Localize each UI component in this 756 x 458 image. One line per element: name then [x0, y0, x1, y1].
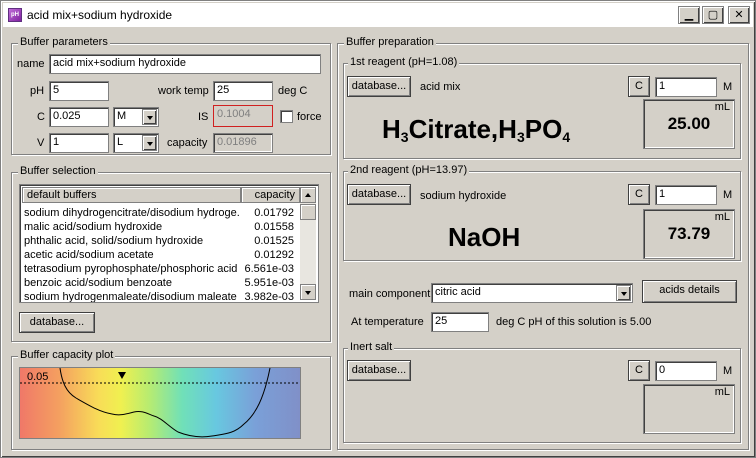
reagent2-c-unit: M	[723, 189, 733, 201]
window-title: acid mix+sodium hydroxide	[27, 8, 173, 22]
inert-salt-volume-unit: mL	[714, 386, 730, 398]
minimize-button[interactable]: ▁	[678, 6, 700, 24]
work-temp-unit: deg C	[278, 85, 308, 97]
ph-input[interactable]: 5	[49, 81, 109, 101]
list-scrollbar[interactable]	[300, 187, 316, 300]
inert-salt-legend: Inert salt	[348, 341, 395, 353]
scroll-thumb[interactable]	[300, 204, 316, 220]
force-checkbox[interactable]	[280, 110, 293, 123]
v-input[interactable]: 1	[49, 133, 109, 153]
reagent1-volume: 25.00	[667, 114, 711, 133]
capacity-plot-legend: Buffer capacity plot	[18, 349, 116, 361]
reagent1-name: acid mix	[420, 81, 461, 93]
work-temp-label: work temp	[158, 85, 209, 97]
reagent2-c-button[interactable]: C	[628, 184, 650, 205]
maximize-icon: ▢	[707, 8, 719, 21]
inert-salt-c-button[interactable]: C	[628, 360, 650, 381]
app-icon: pH	[8, 8, 22, 22]
reagent1-volume-unit: mL	[714, 101, 730, 113]
capacity-plot-svg	[20, 368, 300, 438]
reagent2-volume-unit: mL	[714, 211, 730, 223]
v-unit-value: L	[117, 136, 124, 148]
c-input[interactable]: 0.025	[49, 107, 109, 127]
inert-salt-c-unit: M	[723, 365, 733, 377]
list-header: default buffers capacity	[22, 187, 300, 203]
reagent2-c-input[interactable]: 1	[655, 185, 717, 205]
chevron-down-icon[interactable]	[616, 285, 631, 301]
work-temp-input[interactable]: 25	[213, 81, 273, 101]
chevron-down-icon[interactable]	[142, 109, 157, 125]
buffer-preparation-legend: Buffer preparation	[344, 36, 436, 48]
reagent2-formula: NaOH	[448, 222, 521, 252]
title-bar[interactable]: pH acid mix+sodium hydroxide ▁ ▢ ✕	[3, 3, 753, 27]
ph-label: pH	[30, 85, 45, 97]
app-window: pH acid mix+sodium hydroxide ▁ ▢ ✕ Buffe…	[0, 0, 756, 458]
reagent2-volume: 73.79	[667, 224, 711, 243]
temperature-note: deg C pH of this solution is 5.00	[496, 316, 652, 328]
reagent1-volume-box: mL 25.00	[643, 99, 735, 149]
column-default-buffers[interactable]: default buffers	[22, 187, 241, 203]
capacity-plot[interactable]: 0.05	[19, 367, 301, 439]
is-input: 0.1004	[213, 105, 273, 127]
close-button[interactable]: ✕	[728, 6, 750, 24]
buffer-parameters-legend: Buffer parameters	[18, 36, 110, 48]
at-temperature-input[interactable]: 25	[431, 312, 489, 332]
scroll-up-icon[interactable]	[300, 187, 316, 203]
buffer-list[interactable]: default buffers capacity sodium dihydrog…	[19, 184, 319, 303]
reagent2-name: sodium hydroxide	[420, 190, 507, 202]
close-icon: ✕	[734, 8, 744, 21]
reagent2-database-button[interactable]: database...	[347, 184, 411, 205]
name-label: name	[17, 58, 45, 70]
name-input[interactable]: acid mix+sodium hydroxide	[49, 54, 321, 74]
c-unit-value: M	[117, 110, 127, 122]
reagent1-c-unit: M	[723, 81, 733, 93]
reagent1-database-button[interactable]: database...	[347, 76, 411, 97]
ph-marker-icon[interactable]	[118, 372, 126, 379]
capacity-curve	[59, 368, 271, 438]
v-label: V	[37, 137, 45, 149]
buffer-selection-legend: Buffer selection	[18, 165, 98, 177]
acids-details-button[interactable]: acids details	[642, 280, 737, 303]
minimize-icon: ▁	[684, 8, 694, 21]
capacity-input: 0.01896	[213, 133, 273, 153]
is-label: IS	[198, 111, 209, 123]
reagent1-legend: 1st reagent (pH=1.08)	[348, 56, 460, 68]
main-component-value: citric acid	[435, 286, 481, 298]
c-unit-select[interactable]: M	[113, 107, 159, 127]
reagent1-formula: H3Citrate,H3PO4	[382, 114, 571, 145]
inert-salt-database-button[interactable]: database...	[347, 360, 411, 381]
column-capacity[interactable]: capacity	[241, 187, 300, 203]
scroll-down-icon[interactable]	[300, 284, 316, 300]
capacity-label: capacity	[167, 137, 208, 149]
chevron-down-icon[interactable]	[142, 135, 157, 151]
at-temperature-label: At temperature	[351, 316, 424, 328]
reagent1-c-input[interactable]: 1	[655, 77, 717, 97]
capacity-level-label: 0.05	[27, 371, 49, 383]
main-component-select[interactable]: citric acid	[431, 283, 633, 303]
reagent2-legend: 2nd reagent (pH=13.97)	[348, 164, 470, 176]
reagent2-volume-box: mL 73.79	[643, 209, 735, 259]
v-unit-select[interactable]: L	[113, 133, 159, 153]
inert-salt-c-input[interactable]: 0	[655, 361, 717, 381]
main-component-label: main component	[349, 288, 431, 300]
force-label: force	[297, 111, 322, 123]
reagent1-c-button[interactable]: C	[628, 76, 650, 97]
buffer-database-button[interactable]: database...	[19, 312, 95, 333]
c-label: C	[37, 111, 45, 123]
inert-salt-volume-box: mL	[643, 384, 735, 434]
maximize-button[interactable]: ▢	[702, 6, 724, 24]
